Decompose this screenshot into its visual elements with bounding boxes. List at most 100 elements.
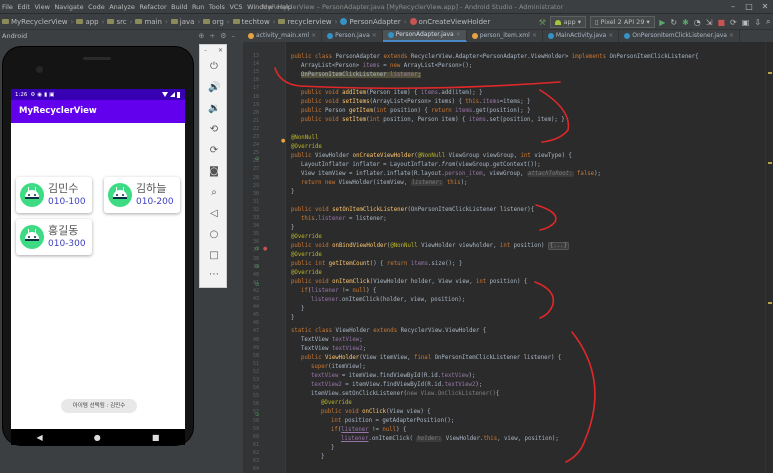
breadcrumb-item[interactable]: src <box>107 18 127 26</box>
line-number: 52 <box>252 368 259 375</box>
project-view-label[interactable]: Android <box>2 32 27 40</box>
line-number: 14 <box>252 61 259 68</box>
menu-item-vcs[interactable]: VCS <box>229 3 242 11</box>
breadcrumb-item[interactable]: app <box>76 18 99 26</box>
close-tab-icon[interactable]: × <box>456 29 461 41</box>
person-card[interactable]: 김민수 010-100 <box>16 177 92 213</box>
profile-icon[interactable]: ◔ <box>694 18 701 27</box>
close-tab-icon[interactable]: × <box>372 30 377 42</box>
search-icon[interactable]: ⌕ <box>766 17 770 27</box>
editor-tab[interactable]: MainActivity.java × <box>543 30 620 42</box>
home-icon[interactable]: ● <box>94 433 101 442</box>
menu-item-tools[interactable]: Tools <box>209 3 225 11</box>
breadcrumb-item[interactable]: main <box>135 18 162 26</box>
more-icon[interactable]: ⋯ <box>208 269 220 281</box>
overview-icon[interactable]: □ <box>208 250 220 262</box>
editor-tab[interactable]: OnPersonItemClickListener.java × <box>619 30 741 42</box>
warning-marker[interactable] <box>768 72 772 74</box>
gear-icon[interactable]: ⚙ <box>220 32 226 40</box>
folder-icon <box>76 19 84 24</box>
lightbulb-icon[interactable]: ● <box>281 138 285 144</box>
warning-marker[interactable] <box>768 302 772 304</box>
line-number: 48 <box>252 336 259 343</box>
rotate-right-icon[interactable]: ⟳ <box>208 145 220 157</box>
menu-item-build[interactable]: Build <box>171 3 187 11</box>
minimize-icon[interactable]: – <box>204 47 207 54</box>
globe-icon[interactable]: ⊕ <box>198 32 204 40</box>
breadcrumb-item[interactable]: recyclerview <box>278 18 332 26</box>
close-icon[interactable]: ✕ <box>218 47 223 54</box>
editor-tab[interactable]: Person.java × <box>322 30 383 42</box>
volume-up-icon[interactable]: 🔊 <box>208 82 220 94</box>
sync-icon[interactable]: ⟳ <box>730 18 737 27</box>
recents-icon[interactable]: ■ <box>152 433 160 442</box>
breakpoint-icon[interactable]: ● <box>263 246 267 252</box>
breadcrumb-item[interactable]: techtow <box>232 18 270 26</box>
device-screen[interactable]: 1:26 ⚙ ◉ ▮ ▣ MyRecyclerView 김민수 010-100 … <box>11 89 185 429</box>
close-icon[interactable]: ✕ <box>757 0 773 14</box>
menu-item-run[interactable]: Run <box>192 3 204 11</box>
close-tab-icon[interactable]: × <box>532 30 537 42</box>
override-marker-icon[interactable]: ⊙ <box>255 246 259 252</box>
attach-icon[interactable]: ⇲ <box>706 18 713 27</box>
line-number: 17 <box>252 85 259 92</box>
editor-scrollbar[interactable] <box>765 42 773 473</box>
menu-item-analyze[interactable]: Analyze <box>109 3 135 11</box>
home-icon[interactable]: ○ <box>208 229 220 241</box>
editor-tab[interactable]: PersonAdapter.java × <box>382 29 467 42</box>
collapse-icon[interactable]: ÷ <box>209 32 215 40</box>
close-tab-icon[interactable]: × <box>311 30 316 42</box>
breadcrumb-item[interactable]: PersonAdapter <box>340 18 401 26</box>
editor-tab[interactable]: person_item.xml × <box>467 30 543 42</box>
power-icon[interactable]: ⏻ <box>208 61 220 73</box>
run-config-select[interactable]: app ▾ <box>550 16 586 28</box>
code-editor[interactable]: public class PersonAdapter extends Recyc… <box>287 42 773 473</box>
zoom-icon[interactable]: ⌕ <box>208 187 220 199</box>
device-select[interactable]: ▯ Pixel 2 API 29 ▾ <box>589 16 655 28</box>
menu-item-navigate[interactable]: Navigate <box>54 3 83 11</box>
toast-message: 아이템 선택됨 : 김민수 <box>61 399 137 413</box>
override-marker-icon[interactable]: ⊙ <box>255 282 259 288</box>
android-avatar-icon <box>108 183 132 207</box>
menu-item-file[interactable]: File <box>2 3 13 11</box>
line-number: 27 <box>252 166 259 173</box>
warning-marker[interactable] <box>768 162 772 164</box>
override-marker-icon[interactable]: ⊙ <box>255 264 259 270</box>
breadcrumb-item[interactable]: onCreateViewHolder <box>409 18 490 26</box>
breadcrumb-separator: › <box>197 17 201 26</box>
person-card[interactable]: 홍길동 010-300 <box>16 219 92 255</box>
back-icon[interactable]: ◁ <box>208 208 220 220</box>
menu-item-refactor[interactable]: Refactor <box>139 3 166 11</box>
volume-down-icon[interactable]: 🔉 <box>208 103 220 115</box>
editor-tab[interactable]: activity_main.xml × <box>243 30 323 42</box>
hammer-icon[interactable]: ⚒ <box>539 18 546 27</box>
tab-label: OnPersonItemClickListener.java <box>632 32 727 39</box>
rotate-left-icon[interactable]: ⟲ <box>208 124 220 136</box>
person-card[interactable]: 김하늘 010-200 <box>104 177 180 213</box>
person-phone: 010-200 <box>136 197 174 207</box>
menu-item-edit[interactable]: Edit <box>17 3 30 11</box>
menu-item-code[interactable]: Code <box>88 3 105 11</box>
menu-item-view[interactable]: View <box>34 3 49 11</box>
close-tab-icon[interactable]: × <box>729 30 734 42</box>
minimize-icon[interactable]: – <box>725 0 741 14</box>
rerun-icon[interactable]: ↻ <box>670 18 677 27</box>
maximize-icon[interactable]: □ <box>741 0 757 14</box>
avd-manager-icon[interactable]: ▣ <box>742 18 750 27</box>
code-line: listener.onItemClick(holder, view, posit… <box>311 297 466 303</box>
hide-icon[interactable]: – <box>232 32 236 40</box>
camera-icon[interactable]: ◙ <box>208 166 220 178</box>
code-line: static class ViewHolder extends Recycler… <box>291 328 487 334</box>
override-marker-icon[interactable]: ⊙ <box>255 156 259 162</box>
breadcrumb-item[interactable]: org <box>203 18 224 26</box>
breadcrumb-item[interactable]: MyRecyclerView <box>2 18 68 26</box>
debug-icon[interactable]: ✱ <box>682 18 689 27</box>
breadcrumb-item[interactable]: java <box>170 18 194 26</box>
stop-icon[interactable]: ■ <box>717 18 725 27</box>
close-tab-icon[interactable]: × <box>608 30 613 42</box>
run-icon[interactable]: ▶ <box>659 18 665 27</box>
override-marker-icon[interactable]: ⊙ <box>255 412 259 418</box>
back-icon[interactable]: ◀ <box>37 433 43 442</box>
code-line: TextView textView; <box>301 337 363 343</box>
sdk-manager-icon[interactable]: ⇩ <box>754 18 761 27</box>
